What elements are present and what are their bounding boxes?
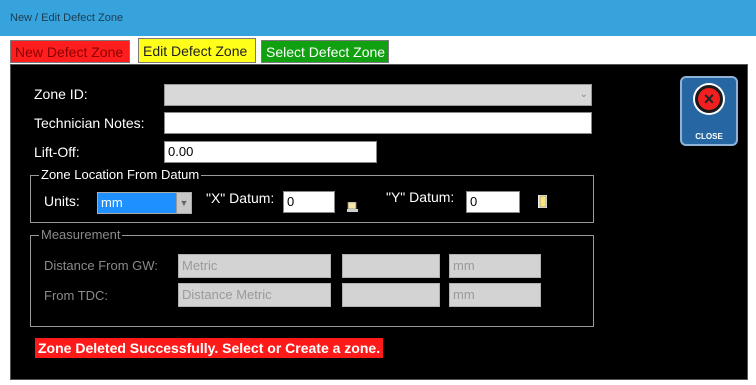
measurement-title: Measurement [39, 227, 123, 242]
tab-new-defect-zone[interactable]: New Defect Zone [10, 40, 130, 63]
liftoff-input[interactable]: 0.00 [164, 141, 377, 163]
tech-notes-input[interactable] [164, 112, 592, 134]
chevron-down-icon: ▼ [176, 193, 191, 213]
x-datum-input[interactable]: 0 [283, 191, 335, 213]
close-button-label: CLOSE [695, 132, 723, 141]
chevron-down-icon: ⌄ [579, 89, 588, 100]
units-label: Units: [44, 193, 80, 209]
zone-id-dropdown[interactable]: ⌄ [164, 84, 592, 106]
y-datum-label: "Y" Datum: [386, 189, 455, 205]
distance-gw-unit-dropdown[interactable]: mm [449, 254, 541, 278]
tab-select-defect-zone[interactable]: Select Defect Zone [261, 40, 389, 63]
y-datum-input[interactable]: 0 [466, 191, 520, 213]
units-value: mm [101, 195, 123, 210]
tech-notes-label: Technician Notes: [34, 115, 145, 131]
from-tdc-type-dropdown[interactable]: Distance Metric [178, 283, 331, 307]
window-title: New / Edit Defect Zone [10, 12, 124, 24]
y-datum-edit-icon[interactable] [538, 195, 547, 208]
distance-gw-label: Distance From GW: [44, 258, 158, 273]
liftoff-label: Lift-Off: [34, 144, 80, 160]
from-tdc-unit-dropdown[interactable]: mm [449, 283, 541, 307]
tab-edit-defect-zone[interactable]: Edit Defect Zone [138, 38, 256, 63]
status-message: Zone Deleted Successfully. Select or Cre… [35, 338, 384, 358]
x-datum-edit-icon[interactable] [347, 199, 358, 212]
distance-gw-type-dropdown[interactable]: Metric [178, 254, 331, 278]
from-tdc-input[interactable] [342, 283, 440, 307]
distance-gw-input[interactable] [342, 254, 440, 278]
from-tdc-label: From TDC: [44, 288, 109, 303]
zone-location-title: Zone Location From Datum [39, 167, 202, 182]
measurement-group: Measurement [30, 227, 594, 327]
units-dropdown[interactable]: mm ▼ [97, 192, 192, 214]
close-button[interactable]: × CLOSE [680, 76, 738, 146]
close-icon: × [695, 85, 723, 113]
x-datum-label: "X" Datum: [206, 190, 275, 206]
zone-id-label: Zone ID: [34, 86, 88, 102]
window-titlebar: New / Edit Defect Zone [0, 0, 756, 36]
